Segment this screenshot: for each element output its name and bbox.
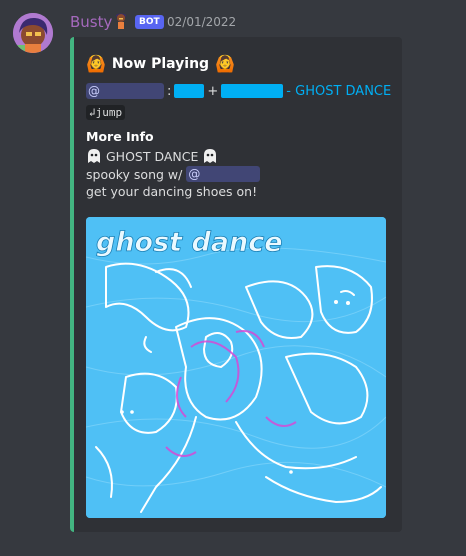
username[interactable]: Busty bbox=[70, 13, 112, 31]
bot-avatar[interactable] bbox=[13, 13, 53, 53]
field-song-title: GHOST DANCE bbox=[106, 148, 199, 164]
embed-description-line: @ : + - GHOST DANCE bbox=[86, 83, 391, 99]
ghost-emoji-icon bbox=[202, 148, 218, 164]
woman-gesturing-ok-emoji-icon: 🙆 bbox=[86, 54, 106, 73]
separator-plus: + bbox=[207, 83, 219, 99]
timestamp[interactable]: 02/01/2022 bbox=[167, 15, 236, 29]
separator-colon: : bbox=[167, 83, 172, 99]
field-line-title: GHOST DANCE bbox=[86, 148, 218, 164]
dancer-emoji-icon bbox=[112, 12, 130, 30]
artwork-title-text: ghost dance bbox=[96, 227, 283, 258]
embed-accent-bar bbox=[70, 37, 74, 532]
redacted-link[interactable] bbox=[221, 84, 284, 98]
field-description-text: spooky song w/ bbox=[86, 166, 183, 182]
field-line-tagline: get your dancing shoes on! bbox=[86, 184, 258, 199]
song-link[interactable]: - GHOST DANCE bbox=[286, 84, 391, 99]
album-artwork[interactable]: ghost dance bbox=[86, 217, 386, 518]
user-mention[interactable]: @ bbox=[186, 166, 261, 182]
user-mention[interactable]: @ bbox=[86, 83, 164, 99]
woman-gesturing-ok-emoji-icon: 🙆 bbox=[215, 54, 235, 73]
now-playing-embed: 🙆 Now Playing 🙆 @ : + - GHOST DANCE ↲jum… bbox=[70, 37, 402, 532]
embed-title-text: Now Playing bbox=[111, 56, 210, 72]
bot-badge: BOT bbox=[135, 15, 164, 29]
redacted-link[interactable] bbox=[174, 84, 205, 98]
ghost-emoji-icon bbox=[86, 148, 102, 164]
embed-title: 🙆 Now Playing 🙆 bbox=[86, 55, 235, 73]
field-name: More Info bbox=[86, 129, 154, 144]
jump-link[interactable]: ↲jump bbox=[86, 105, 126, 120]
field-line-description: spooky song w/ @ bbox=[86, 166, 261, 182]
